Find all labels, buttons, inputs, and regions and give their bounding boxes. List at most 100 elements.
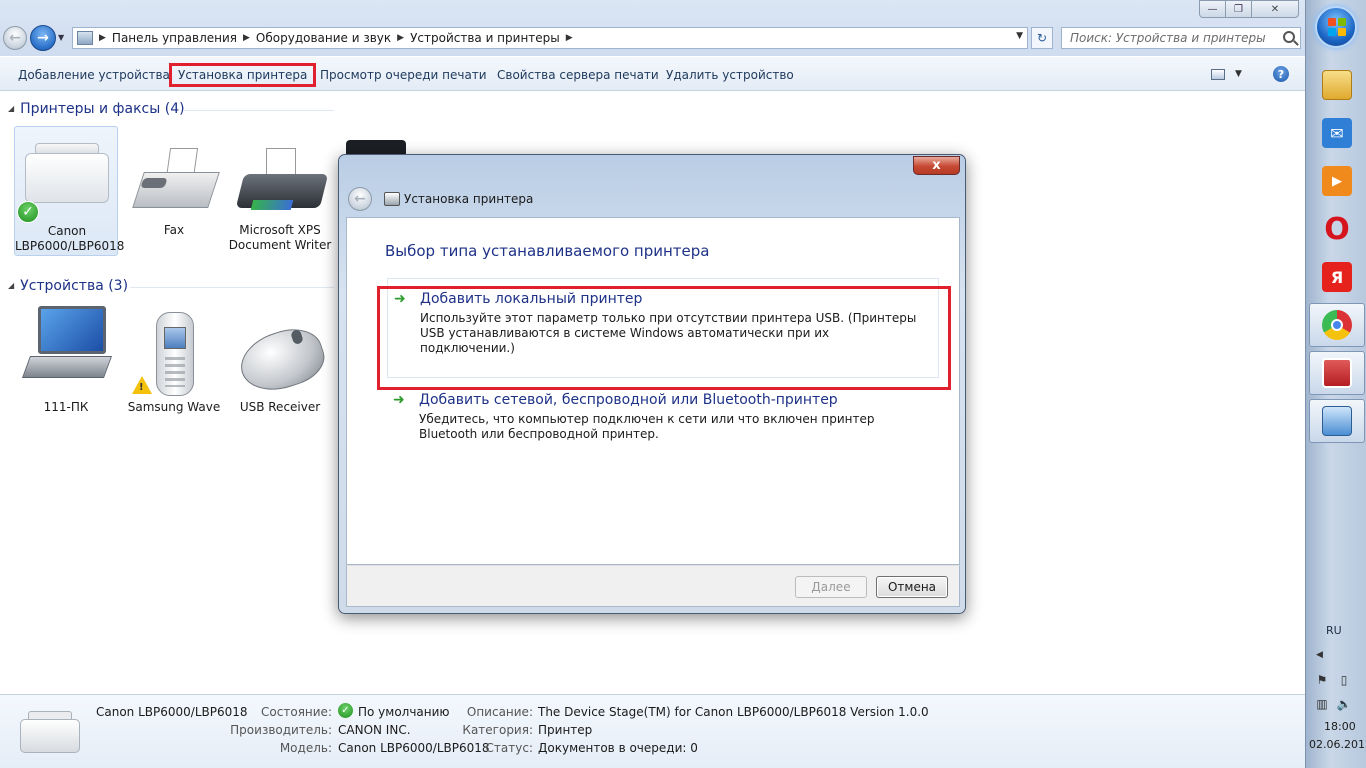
print-server-properties-button[interactable]: Свойства сервера печати (497, 68, 659, 82)
details-manufacturer-key: Производитель: (230, 723, 332, 737)
details-description-key: Описание: (466, 705, 533, 719)
presentation-icon (1322, 358, 1352, 388)
taskbar-app-mail[interactable]: ✉ (1309, 111, 1365, 155)
start-button[interactable] (1315, 6, 1357, 48)
dialog-title: Установка принтера (404, 192, 534, 206)
details-model-key: Модель: (279, 741, 332, 755)
devices-printers-icon (1322, 406, 1352, 436)
taskbar-app-opera[interactable]: O (1309, 207, 1365, 251)
details-status-key: Состояние: (261, 705, 332, 719)
option-title[interactable]: Добавить сетевой, беспроводной или Bluet… (419, 392, 838, 408)
mouse-icon (233, 320, 331, 400)
safely-remove-hardware-icon[interactable]: ▯ (1336, 672, 1352, 688)
back-arrow-icon: ← (9, 30, 21, 46)
change-view-icon[interactable] (1211, 69, 1225, 80)
add-printer-dialog: x ← Установка принтера Выбор типа устана… (338, 154, 966, 614)
device-samsung-wave[interactable]: ! Samsung Wave (122, 126, 226, 420)
device-usb-receiver[interactable]: USB Receiver (228, 126, 332, 420)
details-status-value: По умолчанию (358, 705, 450, 719)
breadcrumb-hardware-sound[interactable]: Оборудование и звук (256, 31, 391, 45)
details-device-name: Canon LBP6000/LBP6018 (96, 705, 248, 719)
details-model-value: Canon LBP6000/LBP6018 (338, 741, 490, 755)
chrome-icon (1322, 310, 1352, 340)
taskbar-app-chrome[interactable] (1309, 303, 1365, 347)
network-icon[interactable]: ▥ (1314, 696, 1330, 712)
forward-button[interactable]: → (30, 25, 56, 51)
details-manufacturer-value: CANON INC. (338, 723, 411, 737)
folder-icon (1322, 70, 1352, 100)
address-dropdown-icon[interactable]: ▼ (1016, 31, 1023, 41)
breadcrumb-separator-icon[interactable]: ▶ (397, 33, 404, 43)
breadcrumb-separator-icon[interactable]: ▶ (566, 33, 573, 43)
dialog-body: Выбор типа устанавливаемого принтера ➜ Д… (346, 217, 960, 565)
taskbar-app-media[interactable]: ▶ (1309, 159, 1365, 203)
option-description: Убедитесь, что компьютер подключен к сет… (419, 412, 875, 441)
command-bar: Добавление устройства Установка принтера… (0, 57, 1305, 91)
forward-arrow-icon: → (37, 30, 49, 46)
device-label: Samsung Wave (127, 400, 221, 414)
details-category-value: Принтер (538, 723, 593, 737)
refresh-icon: ↻ (1036, 31, 1048, 45)
cancel-button[interactable]: Отмена (876, 576, 948, 598)
taskbar-app-devices[interactable] (1309, 399, 1365, 443)
print-queue-button[interactable]: Просмотр очереди печати (320, 68, 487, 82)
control-panel-icon (77, 31, 93, 45)
opera-icon: O (1324, 211, 1350, 247)
warning-mark: ! (139, 382, 144, 393)
search-box[interactable] (1061, 27, 1301, 49)
next-button[interactable]: Далее (795, 576, 867, 598)
taskbar: ✉ ▶ O Я RU ◀ ⚑ ▯ ▥ 🔈 18:00 02.06.2012 (1305, 0, 1366, 768)
breadcrumb-devices-printers[interactable]: Устройства и принтеры (410, 31, 560, 45)
taskbar-app-yandex[interactable]: Я (1309, 255, 1365, 299)
dialog-back-button[interactable]: ← (348, 187, 372, 211)
show-hidden-icons-chevron-icon[interactable]: ◀ (1316, 650, 1323, 660)
volume-icon[interactable]: 🔈 (1336, 696, 1352, 712)
minimize-button[interactable]: — (1199, 0, 1226, 18)
breadcrumb-separator-icon[interactable]: ▶ (243, 33, 250, 43)
maximize-button[interactable]: ❐ (1225, 0, 1252, 18)
recent-pages-dropdown-icon[interactable]: ▼ (58, 33, 68, 43)
device-label: 111-ПК (43, 400, 89, 414)
language-indicator[interactable]: RU (1326, 624, 1342, 637)
green-arrow-icon: ➜ (393, 392, 405, 408)
add-device-button[interactable]: Добавление устройства (18, 68, 170, 82)
back-arrow-icon: ← (354, 191, 366, 207)
details-description-value: The Device Stage(TM) for Canon LBP6000/L… (538, 705, 929, 719)
partially-hidden-printer-icon (346, 140, 406, 154)
search-icon[interactable] (1283, 31, 1295, 43)
action-center-flag-icon[interactable]: ⚑ (1314, 672, 1330, 688)
yandex-icon: Я (1322, 262, 1352, 292)
breadcrumb-control-panel[interactable]: Панель управления (112, 31, 237, 45)
annotation-highlight-box (377, 286, 951, 390)
details-queue-key: Статус: (485, 741, 533, 755)
details-category-key: Категория: (462, 723, 533, 737)
install-printer-button[interactable]: Установка принтера (169, 63, 317, 87)
search-input[interactable] (1070, 28, 1280, 48)
group-divider (184, 110, 334, 111)
dialog-footer: Далее Отмена (346, 565, 960, 607)
breadcrumb-separator-icon[interactable]: ▶ (99, 33, 106, 43)
clock-time[interactable]: 18:00 (1324, 720, 1356, 733)
device-laptop[interactable]: 111-ПК (14, 110, 118, 420)
details-pane: Canon LBP6000/LBP6018 Состояние: ✓ По ум… (0, 694, 1305, 768)
taskbar-app-explorer[interactable] (1309, 63, 1365, 107)
remove-device-button[interactable]: Удалить устройство (666, 68, 794, 82)
details-queue-value: Документов в очереди: 0 (538, 741, 698, 755)
option-add-network-printer[interactable]: ➜ Добавить сетевой, беспроводной или Blu… (387, 390, 939, 450)
minimize-icon: — (1207, 3, 1218, 15)
back-button[interactable]: ← (3, 26, 27, 50)
close-icon: x (932, 158, 941, 173)
address-bar-area: ← → ▼ ▶ Панель управления ▶ Оборудование… (0, 0, 1305, 56)
help-icon[interactable]: ? (1273, 66, 1289, 82)
mail-icon: ✉ (1322, 118, 1352, 148)
media-player-icon: ▶ (1322, 166, 1352, 196)
printer-icon (384, 192, 400, 206)
taskbar-app-presentation[interactable] (1309, 351, 1365, 395)
view-options-dropdown-icon[interactable]: ▼ (1235, 69, 1242, 79)
address-box[interactable]: ▶ Панель управления ▶ Оборудование и зву… (72, 27, 1028, 49)
window-close-button[interactable]: ✕ (1251, 0, 1299, 18)
clock-date[interactable]: 02.06.2012 (1309, 738, 1366, 751)
refresh-button[interactable]: ↻ (1031, 27, 1053, 49)
laptop-icon (21, 306, 113, 386)
dialog-close-button[interactable]: x (913, 156, 960, 175)
